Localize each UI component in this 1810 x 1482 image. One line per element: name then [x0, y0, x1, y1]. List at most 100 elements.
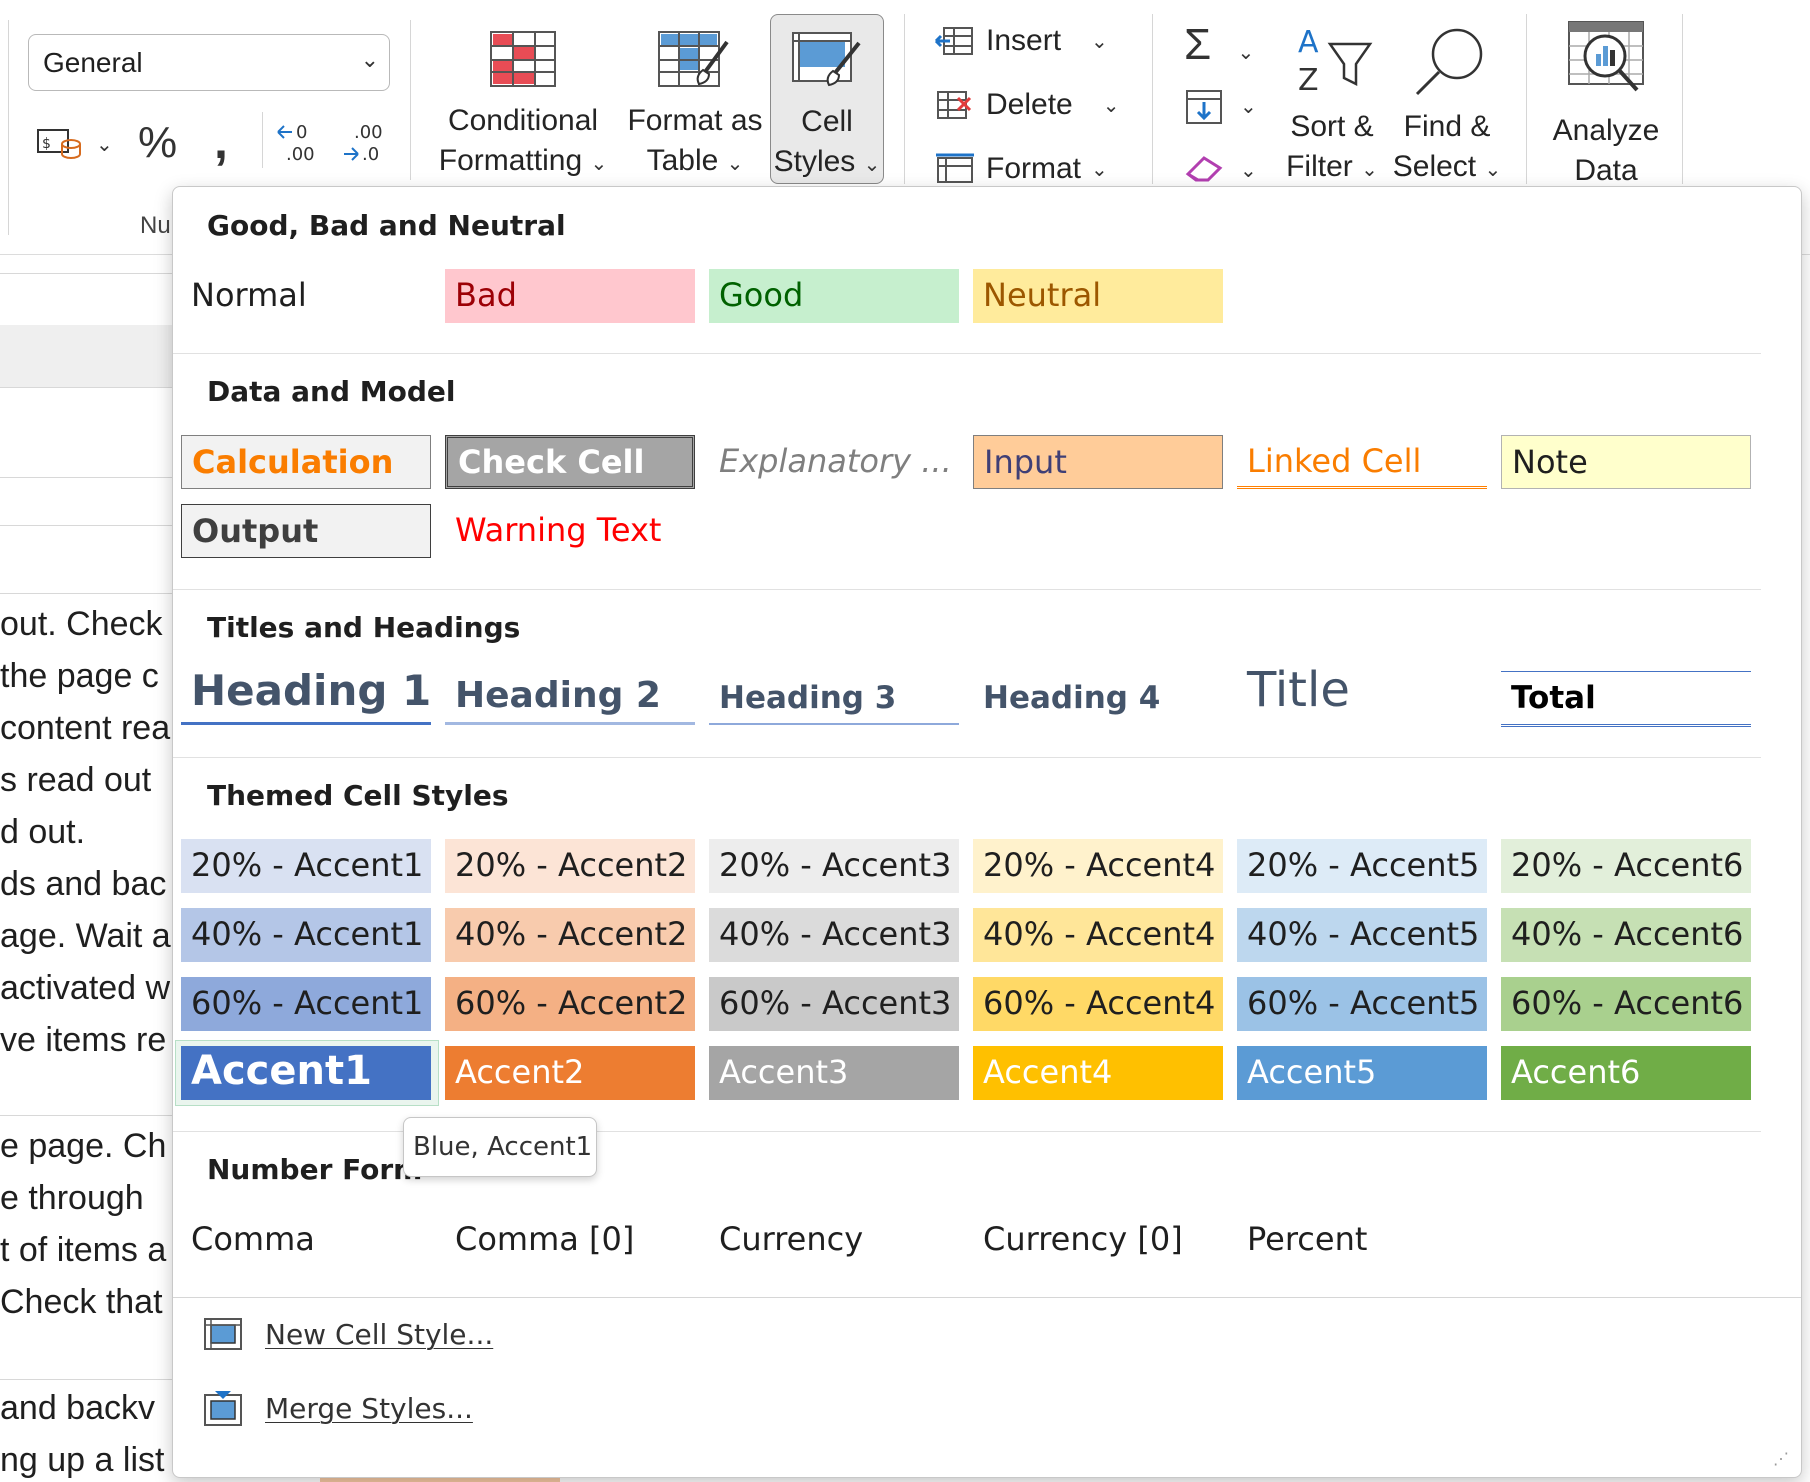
style-heading-2[interactable]: Heading 2 [445, 665, 695, 725]
svg-text:.00: .00 [286, 144, 315, 165]
cell-styles-gallery: Good, Bad and Neutral Normal Bad Good Ne… [172, 186, 1802, 1478]
style-accent3[interactable]: Accent3 [709, 1046, 959, 1100]
style-total[interactable]: Total [1501, 671, 1751, 727]
merge-styles-menu-item[interactable]: Merge Styles... [203, 1389, 473, 1427]
style-accent4[interactable]: Accent4 [973, 1046, 1223, 1100]
style-40-accent1[interactable]: 40% - Accent1 [181, 908, 431, 962]
format-as-table-button[interactable]: Format as Table ⌄ [620, 28, 770, 184]
sheet-text-line: ve items re [0, 1021, 167, 1059]
fill-button[interactable]: ⌄ [1184, 88, 1257, 131]
sort-filter-button[interactable]: A Z Sort & Filter ⌄ [1280, 24, 1384, 190]
section-title-data-model: Data and Model [207, 375, 456, 408]
style-40-accent3[interactable]: 40% - Accent3 [709, 908, 959, 962]
new-cell-style-menu-item[interactable]: New Cell Style... [203, 1317, 493, 1351]
row-divider [0, 1115, 175, 1116]
sheet-text-line: t of items a [0, 1231, 167, 1269]
style-percent[interactable]: Percent [1237, 1213, 1487, 1267]
style-note[interactable]: Note [1501, 435, 1751, 489]
style-explanatory[interactable]: Explanatory ... [709, 435, 959, 489]
cell-styles-button[interactable]: Cell Styles ⌄ [770, 14, 884, 184]
analyze-data-button[interactable]: Analyze Data [1546, 18, 1666, 191]
format-as-table-label-1: Format as [627, 104, 763, 137]
style-heading-4[interactable]: Heading 4 [973, 665, 1223, 725]
find-select-button[interactable]: Find & Select ⌄ [1390, 24, 1504, 190]
style-normal[interactable]: Normal [181, 269, 431, 323]
style-60-accent1[interactable]: 60% - Accent1 [181, 977, 431, 1031]
style-20-accent3[interactable]: 20% - Accent3 [709, 839, 959, 893]
sort-filter-icon: A Z [1298, 25, 1373, 98]
style-comma[interactable]: Comma [181, 1213, 431, 1267]
section-title-number-format: Number Form [207, 1153, 423, 1186]
style-40-accent6[interactable]: 40% - Accent6 [1501, 908, 1751, 962]
style-neutral[interactable]: Neutral [973, 269, 1223, 323]
sheet-text-line: the page c [0, 657, 159, 695]
conditional-formatting-button[interactable]: Conditional Formatting ⌄ [436, 28, 610, 184]
ribbon-separator [904, 14, 905, 184]
chevron-down-icon[interactable]: ⌄ [96, 132, 113, 157]
chevron-down-icon: ⌄ [590, 153, 608, 175]
style-accent5[interactable]: Accent5 [1237, 1046, 1487, 1100]
new-cell-style-icon [204, 1318, 242, 1350]
delete-label: Delete [986, 88, 1073, 121]
style-20-accent5[interactable]: 20% - Accent5 [1237, 839, 1487, 893]
style-20-accent1[interactable]: 20% - Accent1 [181, 839, 431, 893]
style-40-accent4[interactable]: 40% - Accent4 [973, 908, 1223, 962]
style-60-accent4[interactable]: 60% - Accent4 [973, 977, 1223, 1031]
style-60-accent3[interactable]: 60% - Accent3 [709, 977, 959, 1031]
style-linked-cell[interactable]: Linked Cell [1237, 435, 1487, 489]
style-accent1[interactable]: Accent1 [181, 1046, 431, 1100]
delete-button[interactable]: Delete ⌄ [934, 88, 1119, 122]
style-60-accent6[interactable]: 60% - Accent6 [1501, 977, 1751, 1031]
clear-button[interactable]: ⌄ [1182, 150, 1257, 191]
style-comma-0[interactable]: Comma [0] [445, 1213, 695, 1267]
format-label: Format [986, 152, 1082, 185]
style-currency[interactable]: Currency [709, 1213, 959, 1267]
decrease-decimal-button[interactable]: .00 .0 [340, 118, 390, 171]
style-accent6[interactable]: Accent6 [1501, 1046, 1751, 1100]
style-input[interactable]: Input [973, 435, 1223, 489]
autosum-button[interactable]: Σ ⌄ [1184, 20, 1254, 70]
comma-style-button[interactable]: , [214, 112, 228, 170]
style-accent2[interactable]: Accent2 [445, 1046, 695, 1100]
chevron-down-icon: ⌄ [1091, 30, 1108, 53]
number-format-dropdown[interactable]: General ⌄ [28, 34, 390, 91]
fill-down-icon [1186, 90, 1222, 124]
worksheet-area[interactable]: out. Check the page c content rea s read… [0, 255, 175, 1482]
style-good[interactable]: Good [709, 269, 959, 323]
style-check-cell[interactable]: Check Cell [445, 435, 695, 489]
style-60-accent5[interactable]: 60% - Accent5 [1237, 977, 1487, 1031]
chevron-down-icon: ⌄ [1091, 158, 1108, 181]
svg-text:.0: .0 [362, 144, 379, 165]
style-20-accent4[interactable]: 20% - Accent4 [973, 839, 1223, 893]
style-currency-0[interactable]: Currency [0] [973, 1213, 1223, 1267]
format-button[interactable]: Format ⌄ [934, 152, 1108, 186]
number-group-label: Nu [140, 212, 171, 239]
style-bad[interactable]: Bad [445, 269, 695, 323]
conditional-formatting-icon [490, 31, 556, 87]
style-20-accent2[interactable]: 20% - Accent2 [445, 839, 695, 893]
sheet-text-line: d out. [0, 813, 86, 851]
resize-grip-icon[interactable]: ⋰ [1773, 1449, 1789, 1469]
row-divider [0, 593, 175, 594]
style-20-accent6[interactable]: 20% - Accent6 [1501, 839, 1751, 893]
find-select-label-2: Select [1392, 150, 1477, 183]
increase-decimal-icon: 0 .00 [277, 122, 315, 165]
increase-decimal-button[interactable]: 0 .00 [274, 118, 324, 171]
style-calculation[interactable]: Calculation [181, 435, 431, 489]
style-warning-text[interactable]: Warning Text [445, 504, 695, 558]
style-output[interactable]: Output [181, 504, 431, 558]
accounting-format-button[interactable]: $ [36, 124, 84, 169]
style-heading-1[interactable]: Heading 1 [181, 665, 431, 725]
svg-text:A: A [1298, 25, 1319, 60]
style-40-accent5[interactable]: 40% - Accent5 [1237, 908, 1487, 962]
style-heading-3[interactable]: Heading 3 [709, 665, 959, 725]
style-title[interactable]: Title [1237, 665, 1487, 725]
insert-button[interactable]: Insert ⌄ [934, 24, 1108, 58]
style-60-accent2[interactable]: 60% - Accent2 [445, 977, 695, 1031]
section-divider [173, 757, 1761, 758]
percent-style-button[interactable]: % [138, 118, 177, 168]
row-divider [0, 1379, 175, 1380]
chevron-down-icon: ⌄ [726, 153, 744, 175]
sheet-text-line: e through [0, 1179, 144, 1217]
style-40-accent2[interactable]: 40% - Accent2 [445, 908, 695, 962]
